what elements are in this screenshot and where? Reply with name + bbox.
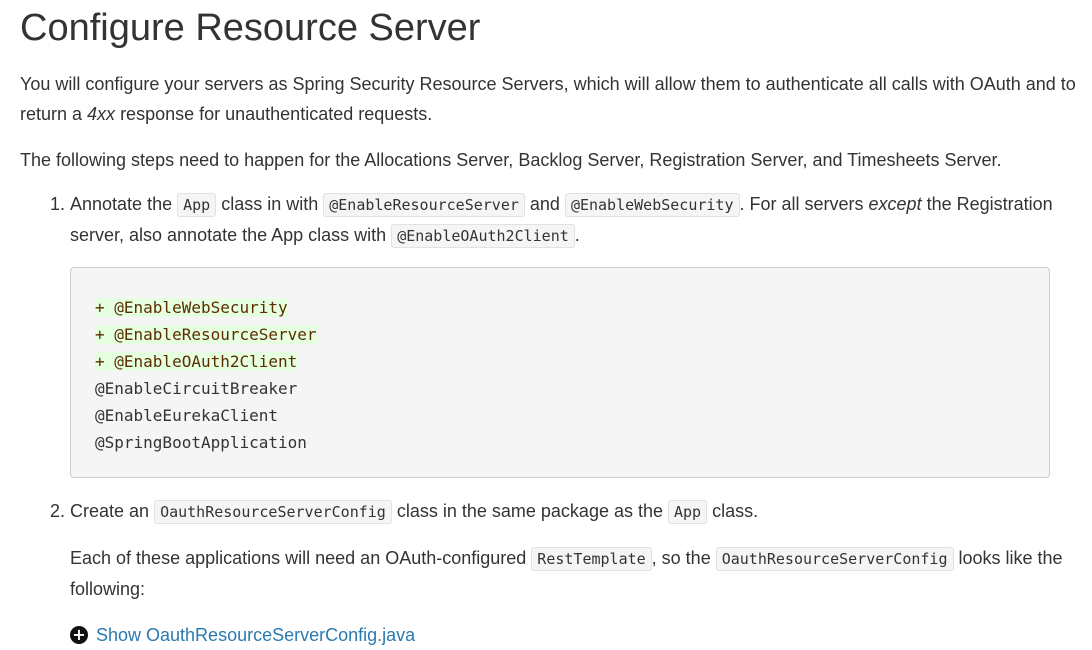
code-line: @EnableCircuitBreaker [95, 379, 298, 398]
step-2-description: Each of these applications will need an … [70, 547, 1063, 599]
steps-intro-paragraph: The following steps need to happen for t… [20, 150, 1002, 170]
inline-code-oauth-config: OauthResourceServerConfig [154, 500, 392, 524]
inline-code-oauth-config: OauthResourceServerConfig [715, 547, 954, 571]
step-2: Create an OauthResourceServerConfig clas… [70, 496, 1080, 650]
inline-code-enable-resource-server: @EnableResourceServer [323, 193, 525, 217]
intro-paragraph: You will configure your servers as Sprin… [20, 74, 1076, 124]
content: Configure Resource Server You will confi… [20, 0, 1080, 650]
inline-code-enable-oauth2-client: @EnableOAuth2Client [391, 224, 575, 248]
inline-code-app: App [177, 193, 217, 217]
inline-code-app: App [668, 500, 708, 524]
inline-code-enable-web-security: @EnableWebSecurity [564, 193, 740, 217]
code-line-added: + @EnableWebSecurity [95, 298, 288, 317]
step-1: Annotate the App class in with @EnableRe… [70, 189, 1080, 478]
code-line: @EnableEurekaClient [95, 406, 279, 425]
inline-code-rest-template: RestTemplate [531, 547, 652, 571]
code-block: + @EnableWebSecurity + @EnableResourceSe… [70, 267, 1050, 478]
code-line: @SpringBootApplication [95, 433, 307, 452]
steps-list: Annotate the App class in with @EnableRe… [20, 189, 1080, 650]
intro-emphasis: 4xx [87, 104, 116, 124]
plus-circle-icon[interactable]: + [70, 626, 88, 644]
code-line-added: + @EnableOAuth2Client [95, 352, 298, 371]
code-line-added: + @EnableResourceServer [95, 325, 317, 344]
page-title: Configure Resource Server [20, 7, 481, 49]
